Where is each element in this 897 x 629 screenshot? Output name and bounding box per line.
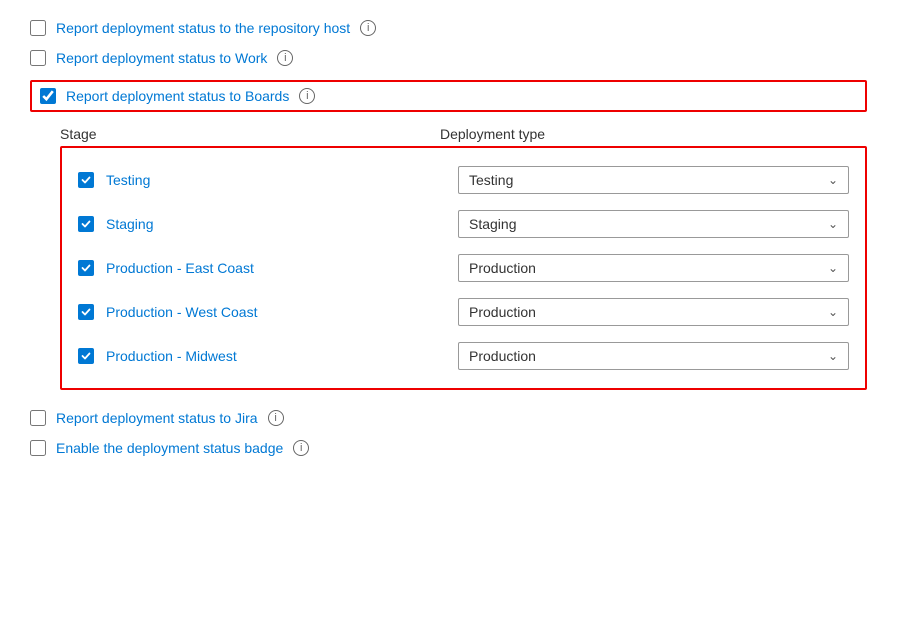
stage-checkbox-2[interactable] bbox=[78, 260, 94, 276]
stage-name-2: Production - East Coast bbox=[106, 260, 254, 276]
stage-column-header: Stage bbox=[60, 126, 440, 142]
deployment-type-dropdown-1[interactable]: Staging ⌄ bbox=[458, 210, 849, 238]
badge-row: Enable the deployment status badge i bbox=[30, 440, 867, 456]
deployment-type-value-0: Testing bbox=[469, 172, 513, 188]
work-info-icon[interactable]: i bbox=[277, 50, 293, 66]
boards-info-icon[interactable]: i bbox=[299, 88, 315, 104]
stages-table: Testing Testing ⌄ Staging Staging bbox=[60, 146, 867, 390]
dropdown-arrow-4: ⌄ bbox=[828, 349, 838, 363]
jira-info-icon[interactable]: i bbox=[268, 410, 284, 426]
stage-checkbox-3[interactable] bbox=[78, 304, 94, 320]
badge-checkbox[interactable] bbox=[30, 440, 46, 456]
deployment-type-dropdown-4[interactable]: Production ⌄ bbox=[458, 342, 849, 370]
stage-name-0: Testing bbox=[106, 172, 150, 188]
deployment-type-dropdown-3[interactable]: Production ⌄ bbox=[458, 298, 849, 326]
table-row: Staging Staging ⌄ bbox=[78, 202, 849, 246]
stage-name-3: Production - West Coast bbox=[106, 304, 257, 320]
dropdown-arrow-0: ⌄ bbox=[828, 173, 838, 187]
dropdown-arrow-3: ⌄ bbox=[828, 305, 838, 319]
jira-checkbox[interactable] bbox=[30, 410, 46, 426]
badge-label: Enable the deployment status badge bbox=[56, 440, 283, 456]
table-row: Production - West Coast Production ⌄ bbox=[78, 290, 849, 334]
repo-host-checkbox[interactable] bbox=[30, 20, 46, 36]
table-row: Production - Midwest Production ⌄ bbox=[78, 334, 849, 378]
boards-label: Report deployment status to Boards bbox=[66, 88, 289, 104]
stage-name-4: Production - Midwest bbox=[106, 348, 237, 364]
stage-checkbox-0[interactable] bbox=[78, 172, 94, 188]
stage-name-1: Staging bbox=[106, 216, 153, 232]
deployment-type-dropdown-0[interactable]: Testing ⌄ bbox=[458, 166, 849, 194]
jira-label: Report deployment status to Jira bbox=[56, 410, 258, 426]
table-row: Testing Testing ⌄ bbox=[78, 158, 849, 202]
jira-row: Report deployment status to Jira i bbox=[30, 410, 867, 426]
work-label: Report deployment status to Work bbox=[56, 50, 267, 66]
deployment-type-value-1: Staging bbox=[469, 216, 516, 232]
badge-info-icon[interactable]: i bbox=[293, 440, 309, 456]
repo-host-label: Report deployment status to the reposito… bbox=[56, 20, 350, 36]
deployment-type-value-3: Production bbox=[469, 304, 536, 320]
boards-row: Report deployment status to Boards i bbox=[30, 80, 867, 112]
repo-host-row: Report deployment status to the reposito… bbox=[30, 20, 867, 36]
stage-checkbox-1[interactable] bbox=[78, 216, 94, 232]
boards-checkbox[interactable] bbox=[40, 88, 56, 104]
deployment-type-value-2: Production bbox=[469, 260, 536, 276]
table-row: Production - East Coast Production ⌄ bbox=[78, 246, 849, 290]
stage-checkbox-4[interactable] bbox=[78, 348, 94, 364]
dropdown-arrow-1: ⌄ bbox=[828, 217, 838, 231]
deployment-type-value-4: Production bbox=[469, 348, 536, 364]
work-checkbox[interactable] bbox=[30, 50, 46, 66]
table-column-headers: Stage Deployment type bbox=[60, 126, 867, 142]
work-row: Report deployment status to Work i bbox=[30, 50, 867, 66]
deployment-type-dropdown-2[interactable]: Production ⌄ bbox=[458, 254, 849, 282]
repo-host-info-icon[interactable]: i bbox=[360, 20, 376, 36]
dropdown-arrow-2: ⌄ bbox=[828, 261, 838, 275]
deploy-column-header: Deployment type bbox=[440, 126, 867, 142]
